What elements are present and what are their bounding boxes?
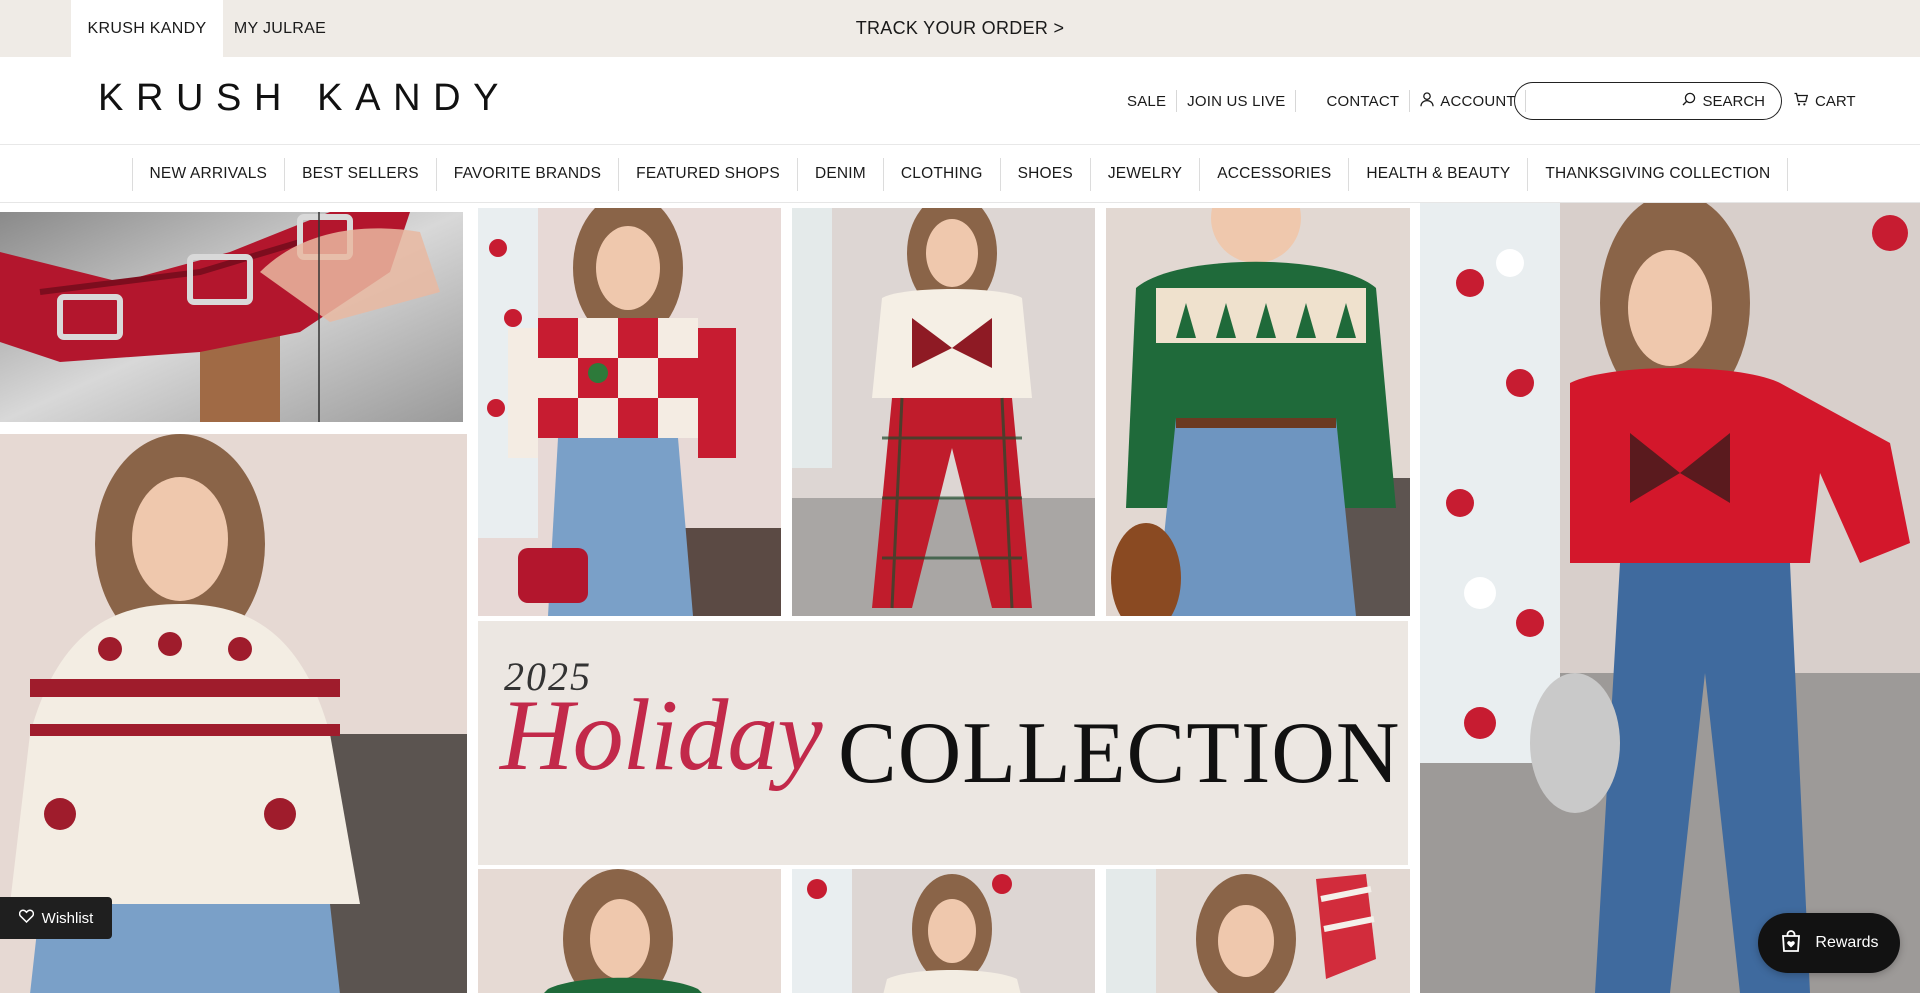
nav-clothing[interactable]: CLOTHING — [884, 157, 1001, 191]
divider — [1295, 90, 1297, 112]
nav-featured-shops[interactable]: FEATURED SHOPS — [619, 157, 798, 191]
hero-tile-green-sweater[interactable] — [478, 869, 781, 993]
header-links: SALE JOIN US LIVE CONTACT ACCOUNT — [1127, 57, 1536, 145]
nav-thanksgiving-collection[interactable]: THANKSGIVING COLLECTION — [1528, 157, 1789, 191]
contact-link[interactable]: CONTACT — [1326, 93, 1399, 110]
nav-list: NEW ARRIVALS BEST SELLERS FAVORITE BRAND… — [131, 157, 1789, 191]
divider — [1176, 90, 1178, 112]
shopping-bag-heart-icon — [1779, 929, 1803, 958]
rewards-label: Rewards — [1815, 934, 1879, 951]
account-label: ACCOUNT — [1440, 92, 1516, 110]
track-order-link[interactable]: TRACK YOUR ORDER > — [856, 18, 1065, 39]
account-link[interactable]: ACCOUNT — [1420, 91, 1516, 111]
hero-tile-stocking[interactable] — [1106, 869, 1410, 993]
hero-tile-tis-the-season[interactable] — [792, 869, 1095, 993]
banner-script-title: Holiday — [500, 679, 823, 792]
nav-denim[interactable]: DENIM — [798, 157, 884, 191]
nav-shoes[interactable]: SHOES — [1001, 157, 1091, 191]
store-tab-my-julrae[interactable]: MY JULRAE — [223, 0, 337, 57]
nav-accessories[interactable]: ACCESSORIES — [1200, 157, 1350, 191]
store-tab-krush-kandy[interactable]: KRUSH KANDY — [71, 0, 223, 57]
wishlist-label: Wishlist — [41, 909, 94, 927]
rewards-launcher[interactable]: Rewards — [1758, 913, 1900, 973]
hero-tile-red-bow-sweater[interactable] — [1420, 203, 1920, 993]
banner-headline: COLLECTION — [838, 705, 1401, 802]
sale-link[interactable]: SALE — [1127, 93, 1166, 110]
search-icon[interactable] — [1682, 92, 1696, 110]
nav-new-arrivals[interactable]: NEW ARRIVALS — [133, 157, 286, 191]
nav-jewelry[interactable]: JEWELRY — [1091, 157, 1201, 191]
hero-collage: 2025 Holiday COLLECTION — [0, 203, 1920, 993]
nav-health-beauty[interactable]: HEALTH & BEAUTY — [1349, 157, 1529, 191]
announcement-bar: TRACK YOUR ORDER > KRUSH KANDY MY JULRAE — [0, 0, 1920, 57]
nav-best-sellers[interactable]: BEST SELLERS — [285, 157, 437, 191]
hero-tile-plaid-pants[interactable] — [792, 208, 1095, 616]
hero-tile-red-heels[interactable] — [0, 212, 463, 422]
user-icon — [1420, 91, 1434, 111]
site-logo[interactable]: KRUSH KANDY — [98, 77, 511, 120]
heart-icon — [18, 909, 34, 927]
cart-link[interactable]: CART — [1794, 57, 1856, 145]
main-navigation: NEW ARRIVALS BEST SELLERS FAVORITE BRAND… — [0, 146, 1920, 203]
hero-tile-checkered-sweater[interactable] — [478, 208, 781, 616]
divider — [1409, 90, 1411, 112]
search-button[interactable]: SEARCH — [1702, 93, 1765, 110]
search-input[interactable] — [1529, 89, 1679, 113]
join-us-live-link[interactable]: JOIN US LIVE — [1187, 93, 1285, 110]
nav-favorite-brands[interactable]: FAVORITE BRANDS — [437, 157, 620, 191]
hero-tile-green-tree-sweater[interactable] — [1106, 208, 1410, 616]
cart-label: CART — [1815, 92, 1856, 110]
site-header: KRUSH KANDY SALE JOIN US LIVE CONTACT AC… — [0, 57, 1920, 145]
search-box[interactable]: SEARCH — [1514, 82, 1782, 120]
holiday-collection-banner[interactable]: 2025 Holiday COLLECTION — [478, 621, 1408, 865]
wishlist-button[interactable]: Wishlist — [0, 897, 112, 939]
cart-icon — [1794, 92, 1809, 110]
